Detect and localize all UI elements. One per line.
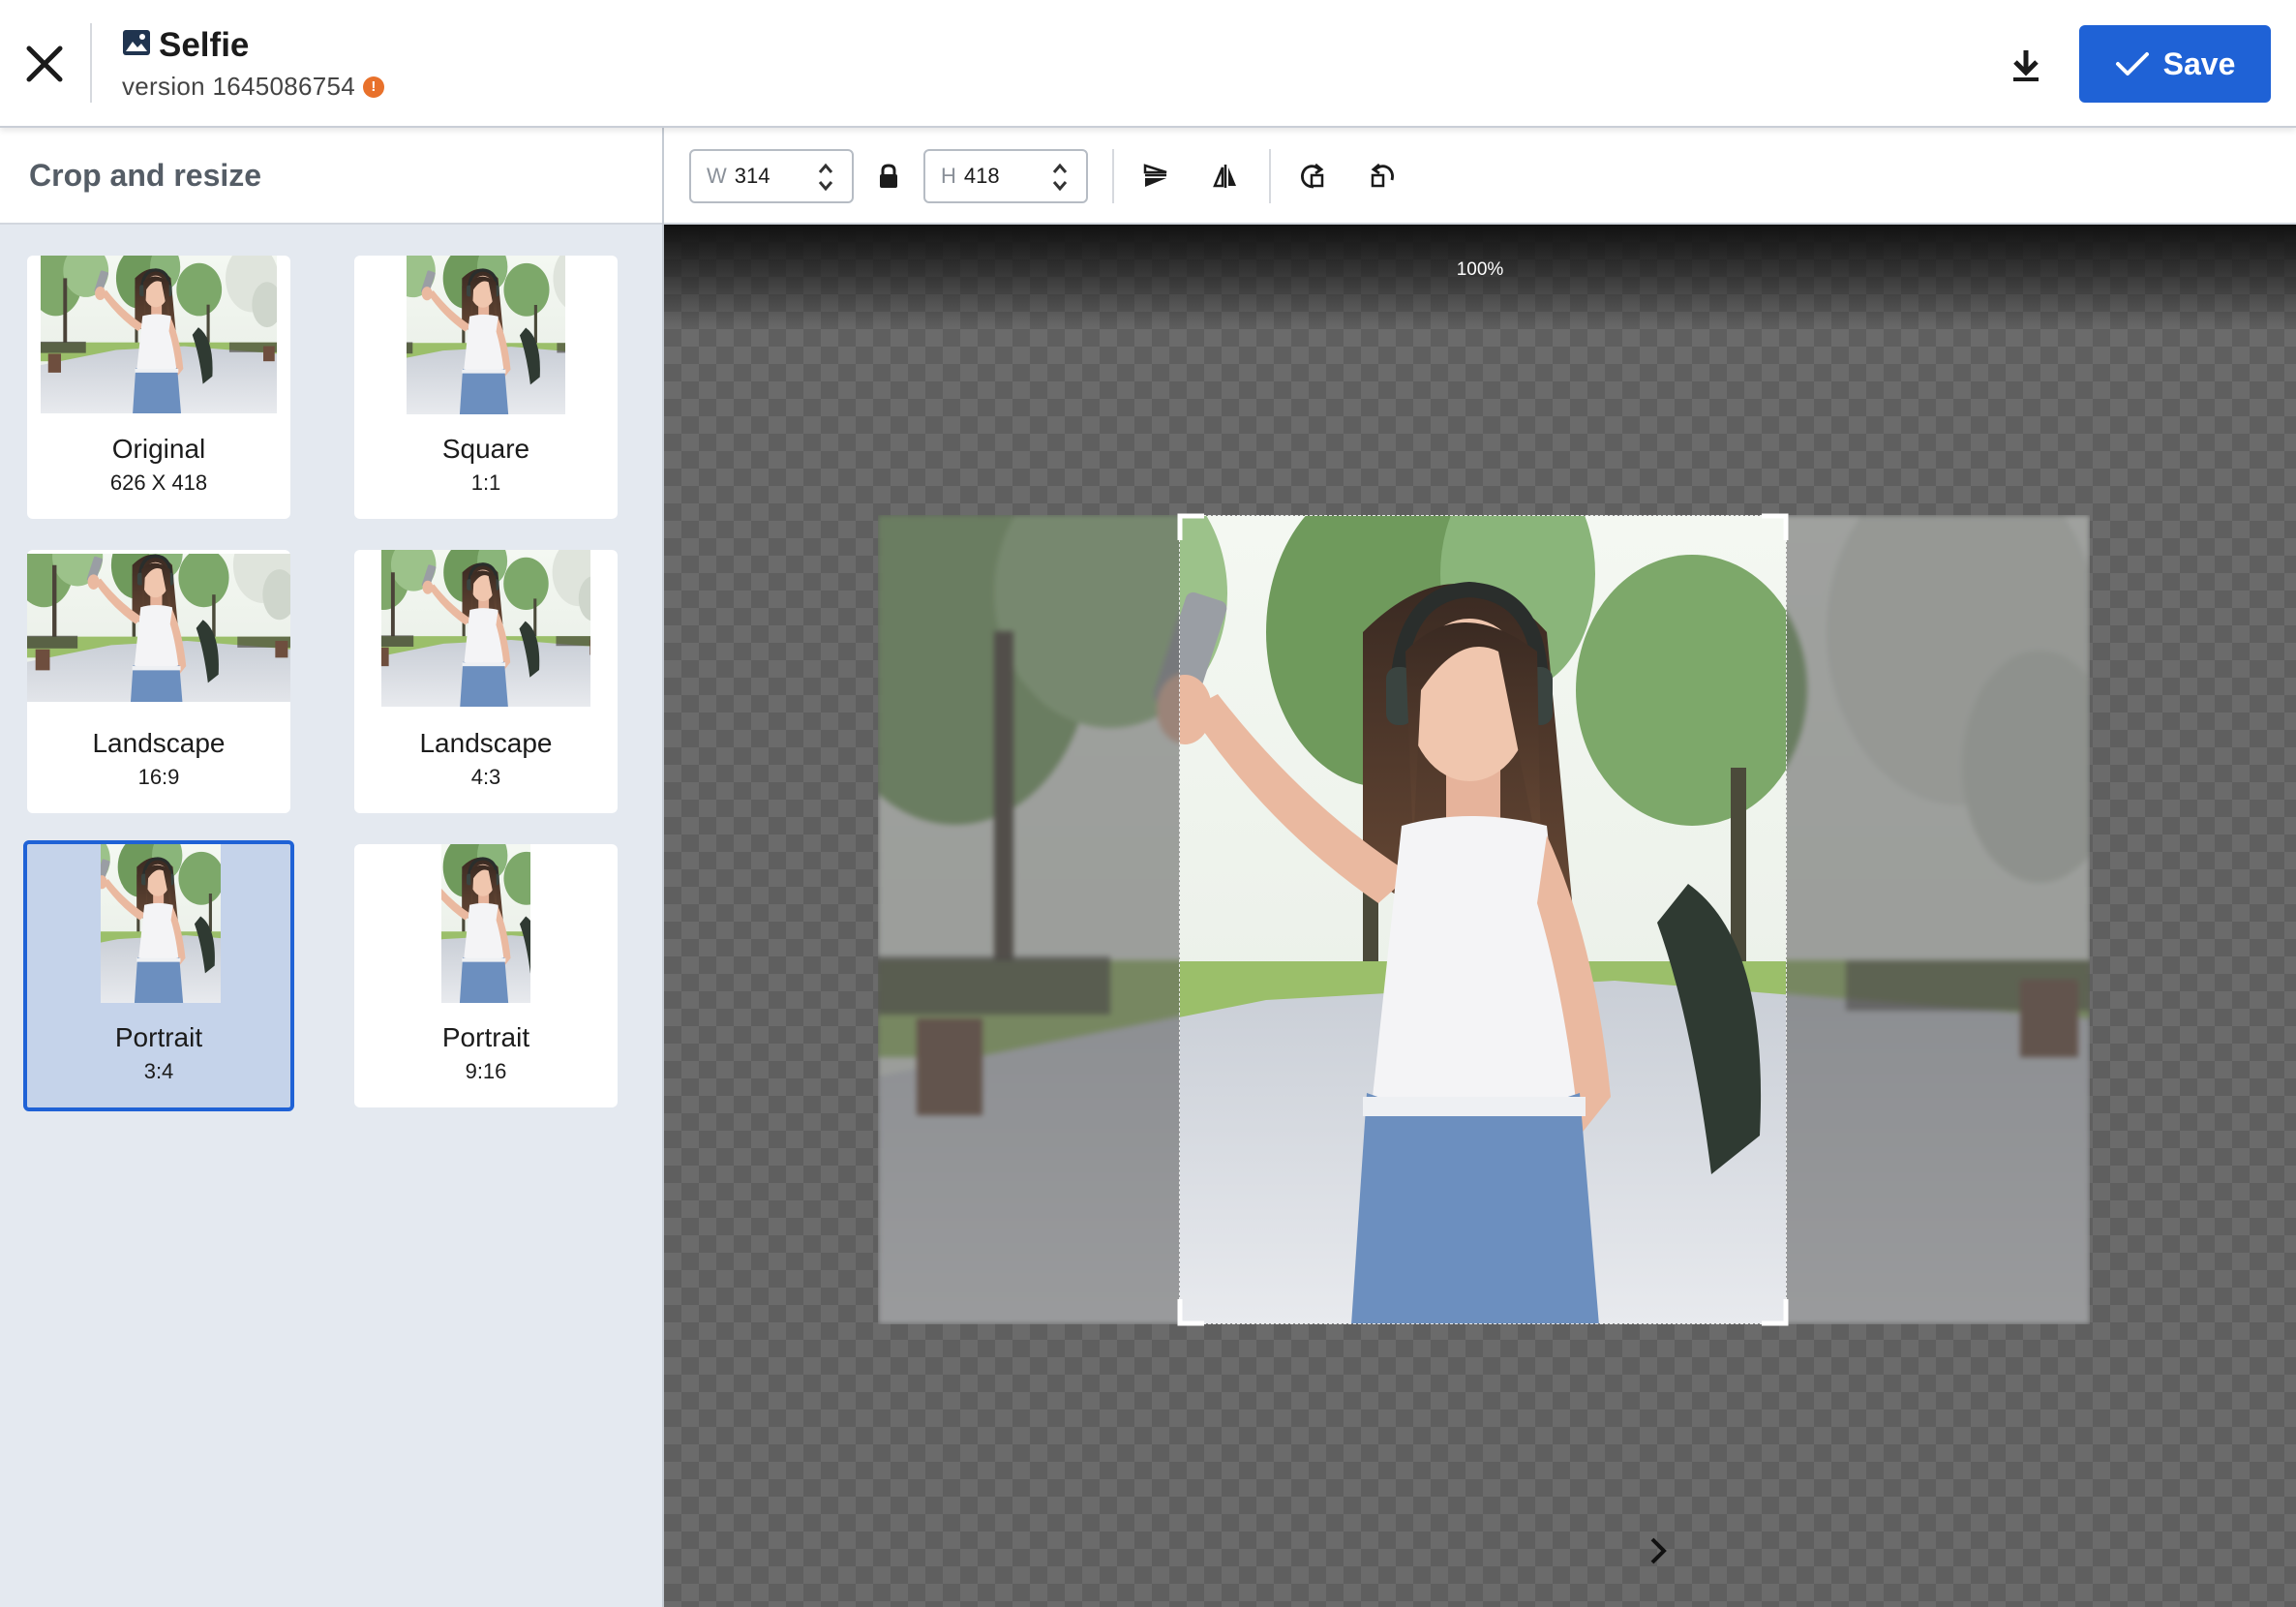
save-label: Save (2162, 45, 2236, 81)
version-text: version 1645086754 (122, 72, 356, 101)
zoom-level: 100% (1456, 259, 1504, 280)
preset-name: Landscape (419, 728, 553, 758)
preset-name: Square (441, 434, 530, 464)
sidebar-heading: Crop and resize (0, 128, 662, 225)
preset-square[interactable]: Square 1:1 (354, 256, 618, 519)
image-canvas[interactable]: 100% (664, 225, 2296, 1607)
preset-original[interactable]: Original 626 X 418 (27, 256, 290, 519)
preset-thumbnail (407, 256, 565, 414)
preset-name: Portrait (441, 1022, 530, 1052)
preset-thumbnail (27, 554, 290, 702)
chevron-right-icon[interactable] (1644, 1533, 1673, 1568)
preset-portrait-3-4[interactable]: Portrait 3:4 (23, 840, 294, 1111)
preset-landscape-16-9[interactable]: Landscape 16:9 (27, 550, 290, 813)
flip-horizontal-icon[interactable] (1204, 155, 1247, 197)
lock-icon[interactable] (867, 155, 910, 197)
title-text: Selfie (159, 26, 250, 64)
preset-thumbnail (41, 256, 277, 413)
preset-portrait-9-16[interactable]: Portrait 9:16 (354, 844, 618, 1107)
cropped-image (1179, 516, 1787, 1324)
preset-ratio: 1:1 (470, 470, 501, 495)
crop-handle-top-right[interactable] (1756, 513, 1789, 546)
download-icon[interactable] (2004, 43, 2048, 87)
preset-name: Portrait (114, 1022, 203, 1052)
rotate-left-icon[interactable] (1361, 155, 1404, 197)
close-icon[interactable] (17, 37, 72, 91)
width-stepper-icon[interactable] (817, 161, 834, 194)
preset-ratio: 16:9 (137, 765, 180, 789)
warning-icon[interactable]: ! (363, 76, 385, 98)
crop-handle-bottom-right[interactable] (1756, 1293, 1789, 1326)
preset-thumbnail (101, 844, 221, 1003)
preset-name: Original (111, 434, 206, 464)
title-block: Selfie version 1645086754 ! (122, 25, 385, 102)
height-input[interactable]: H 418 (923, 149, 1088, 203)
preset-ratio: 626 X 418 (109, 470, 208, 495)
height-prefix: H (941, 164, 956, 188)
crop-handle-top-left[interactable] (1177, 513, 1210, 546)
preset-landscape-4-3[interactable]: Landscape 4:3 (354, 550, 618, 813)
crop-area[interactable] (1179, 515, 1787, 1324)
flip-vertical-icon[interactable] (1134, 155, 1177, 197)
preset-ratio: 4:3 (470, 765, 501, 789)
width-value: 314 (734, 164, 770, 188)
preset-thumbnail (381, 550, 590, 707)
preset-thumbnail (441, 844, 530, 1003)
toolbar-divider (1269, 149, 1271, 203)
rotate-right-icon[interactable] (1291, 155, 1334, 197)
height-value: 418 (963, 164, 1000, 188)
check-icon (2115, 52, 2149, 76)
toolbar-divider (1112, 149, 1114, 203)
app-header: Selfie version 1645086754 ! Save (0, 0, 2296, 128)
width-prefix: W (707, 164, 727, 188)
preset-ratio: 3:4 (143, 1059, 174, 1083)
page-title: Selfie (122, 25, 384, 66)
preset-ratio: 9:16 (465, 1059, 507, 1083)
crop-handle-bottom-left[interactable] (1177, 1293, 1210, 1326)
header-divider (90, 23, 92, 103)
version-label: version 1645086754 ! (122, 72, 385, 102)
preset-name: Landscape (92, 728, 226, 758)
crop-toolbar: W 314 H 418 (664, 128, 2296, 225)
height-stepper-icon[interactable] (1051, 161, 1069, 194)
save-button[interactable]: Save (2079, 25, 2271, 103)
crop-sidebar: Crop and resize Original 626 X 418 Squar… (0, 128, 664, 1607)
width-input[interactable]: W 314 (689, 149, 854, 203)
image-icon (122, 26, 159, 65)
